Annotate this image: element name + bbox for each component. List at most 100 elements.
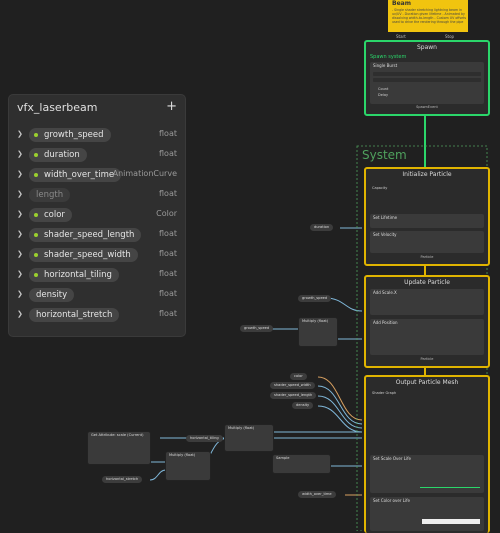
blackboard-row[interactable]: ❯ horizontal_stretch float xyxy=(17,308,181,322)
exposed-dot-icon xyxy=(34,153,38,157)
sample-node[interactable]: Sample xyxy=(273,455,330,473)
property-pill[interactable]: horizontal_stretch xyxy=(29,308,120,322)
property-type: float xyxy=(159,229,177,238)
color-over-life-block[interactable]: Set Color over Life xyxy=(370,497,484,531)
growth-speed-node[interactable]: growth_speed xyxy=(298,295,332,302)
property-name: density xyxy=(36,290,68,300)
update-footer: Particle xyxy=(420,357,434,361)
blackboard-row[interactable]: ❯ shader_speed_length float xyxy=(17,228,181,242)
shader-speed-width-node[interactable]: shader_speed_width xyxy=(270,382,315,389)
get-attribute-node[interactable]: Get Attribute: scale (Current) xyxy=(88,432,150,464)
curve-preview[interactable] xyxy=(420,479,480,488)
blackboard-row[interactable]: ❯ color Color xyxy=(17,208,181,222)
chevron-right-icon[interactable]: ❯ xyxy=(17,190,23,198)
system-title[interactable]: System xyxy=(362,148,407,162)
density-node[interactable]: density xyxy=(292,402,314,409)
property-pill[interactable]: density xyxy=(29,288,75,302)
capacity-label: Capacity xyxy=(372,186,388,190)
spawn-system-label[interactable]: Spawn system xyxy=(370,54,406,60)
block-title: Add Scale.X xyxy=(373,290,397,295)
update-header: Update Particle xyxy=(404,279,450,286)
block-title: Set Scale Over Life xyxy=(373,456,411,461)
add-position-block[interactable]: Add Position xyxy=(370,319,484,355)
property-name: horizontal_stretch xyxy=(36,310,113,320)
blackboard-row[interactable]: ❯ growth_speed float xyxy=(17,128,181,142)
horizontal-tiling-node[interactable]: horizontal_tiling xyxy=(186,435,223,442)
property-type: float xyxy=(159,189,177,198)
property-pill[interactable]: color xyxy=(29,208,72,222)
node-title: Get Attribute: scale (Current) xyxy=(91,433,144,437)
count-label: Count xyxy=(378,87,389,91)
color-node[interactable]: color xyxy=(290,373,307,380)
sticky-note[interactable]: Beam - Single shader stretching lightnin… xyxy=(388,0,468,32)
gradient-preview[interactable] xyxy=(422,519,480,524)
shader-speed-length-node[interactable]: shader_speed_length xyxy=(270,392,317,399)
property-pill[interactable]: growth_speed xyxy=(29,128,111,142)
property-type: float xyxy=(159,129,177,138)
property-type: float xyxy=(159,309,177,318)
spawn-context[interactable]: Spawn Spawn system Single Burst Count De… xyxy=(364,40,490,116)
property-name: width_over_time xyxy=(44,170,115,180)
property-name: shader_speed_width xyxy=(44,250,131,260)
chevron-right-icon[interactable]: ❯ xyxy=(17,290,23,298)
block-title: Set Velocity xyxy=(373,232,397,237)
node-title: Multiply (float) xyxy=(302,319,329,323)
property-pill[interactable]: duration xyxy=(29,148,87,162)
add-property-button[interactable]: + xyxy=(166,99,177,114)
update-context[interactable]: Update Particle Add Scale.X Add Position… xyxy=(364,275,490,368)
set-velocity-block[interactable]: Set Velocity xyxy=(370,231,484,253)
property-pill[interactable]: shader_speed_width xyxy=(29,248,138,262)
exposed-dot-icon xyxy=(34,173,38,177)
single-burst-block[interactable]: Single Burst Count Delay xyxy=(370,62,484,104)
exposed-dot-icon xyxy=(34,253,38,257)
multiply-node[interactable]: Multiply (float) xyxy=(225,425,273,451)
property-pill[interactable]: length xyxy=(29,188,71,202)
blackboard-row[interactable]: ❯ width_over_time AnimationCurve xyxy=(17,168,181,182)
spawn-start-port[interactable]: Start xyxy=(396,34,406,39)
exposed-dot-icon xyxy=(34,133,38,137)
scale-over-life-block[interactable]: Set Scale Over Life xyxy=(370,455,484,493)
blackboard-row[interactable]: ❯ duration float xyxy=(17,148,181,162)
chevron-right-icon[interactable]: ❯ xyxy=(17,130,23,138)
property-pill[interactable]: width_over_time xyxy=(29,168,122,182)
output-header: Output Particle Mesh xyxy=(395,379,459,386)
chevron-right-icon[interactable]: ❯ xyxy=(17,310,23,318)
width-over-time-node[interactable]: width_over_time xyxy=(298,491,336,498)
property-type: AnimationCurve xyxy=(112,169,177,178)
property-name: horizontal_tiling xyxy=(44,270,112,280)
property-name: length xyxy=(36,190,64,200)
chevron-right-icon[interactable]: ❯ xyxy=(17,210,23,218)
blackboard-row[interactable]: ❯ shader_speed_width float xyxy=(17,248,181,262)
property-type: float xyxy=(159,269,177,278)
set-lifetime-block[interactable]: Set Lifetime xyxy=(370,214,484,228)
horizontal-stretch-node[interactable]: horizontal_stretch xyxy=(102,476,143,483)
spawn-stop-port[interactable]: Stop xyxy=(445,34,454,39)
initialize-context[interactable]: Initialize Particle Capacity Set Lifetim… xyxy=(364,167,490,266)
blackboard-row[interactable]: ❯ horizontal_tiling float xyxy=(17,268,181,282)
chevron-right-icon[interactable]: ❯ xyxy=(17,250,23,258)
chevron-right-icon[interactable]: ❯ xyxy=(17,170,23,178)
property-pill[interactable]: horizontal_tiling xyxy=(29,268,119,282)
blackboard-row[interactable]: ❯ length float xyxy=(17,188,181,202)
spawn-header: Spawn xyxy=(416,44,437,51)
block-field[interactable] xyxy=(373,72,481,76)
chevron-right-icon[interactable]: ❯ xyxy=(17,150,23,158)
exposed-dot-icon xyxy=(34,273,38,277)
multiply-node[interactable]: Multiply (float) xyxy=(166,452,210,480)
exposed-dot-icon xyxy=(34,233,38,237)
output-context[interactable]: Output Particle Mesh Shader Graph Set Sc… xyxy=(364,375,490,533)
add-scale-block[interactable]: Add Scale.X xyxy=(370,289,484,315)
property-pill[interactable]: shader_speed_length xyxy=(29,228,142,242)
node-title: Multiply (float) xyxy=(228,426,255,430)
property-name: shader_speed_length xyxy=(44,230,135,240)
chevron-right-icon[interactable]: ❯ xyxy=(17,270,23,278)
blackboard-row[interactable]: ❯ density float xyxy=(17,288,181,302)
chevron-right-icon[interactable]: ❯ xyxy=(17,230,23,238)
duration-node[interactable]: duration xyxy=(310,224,334,231)
block-title: Set Lifetime xyxy=(373,215,398,220)
property-type: float xyxy=(159,289,177,298)
blackboard-panel: vfx_laserbeam + ❯ growth_speed float ❯ d… xyxy=(9,95,185,336)
multiply-node[interactable]: Multiply (float) xyxy=(299,318,337,346)
block-field[interactable] xyxy=(373,78,481,82)
growth-speed-node[interactable]: growth_speed xyxy=(240,325,274,332)
